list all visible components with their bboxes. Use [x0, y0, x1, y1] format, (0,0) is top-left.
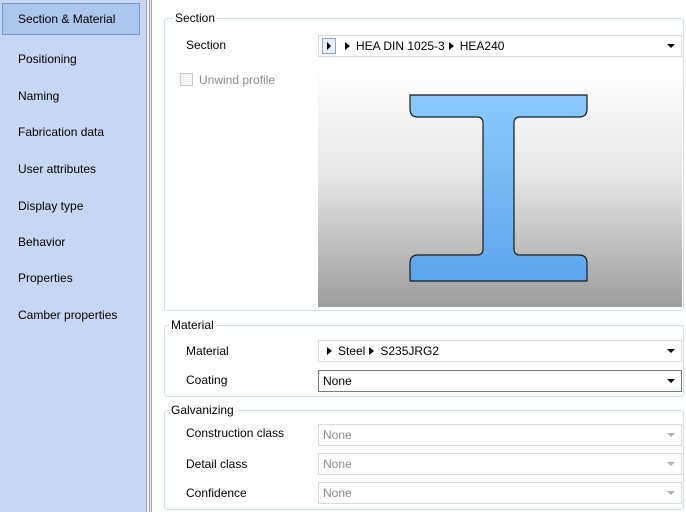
sidebar-item-user-attributes[interactable]: User attributes — [2, 153, 140, 185]
material-label: Material — [186, 344, 229, 358]
confidence-value: None — [323, 486, 352, 500]
expand-arrow-icon[interactable] — [322, 38, 336, 54]
sidebar-item-positioning[interactable]: Positioning — [2, 43, 140, 75]
detail-class-value: None — [323, 457, 352, 471]
confidence-label: Confidence — [186, 486, 247, 500]
construction-class-label: Construction class — [186, 426, 285, 440]
coating-select[interactable]: None — [318, 370, 682, 392]
sidebar-item-display-type[interactable]: Display type — [2, 190, 140, 222]
sidebar-item-section-material[interactable]: Section & Material — [2, 3, 140, 35]
construction-class-select[interactable]: None — [318, 424, 682, 446]
section-preview — [318, 67, 682, 307]
section-combo[interactable]: HEA DIN 1025-3 HEA240 — [318, 35, 682, 57]
section-path-standard: HEA DIN 1025-3 — [356, 39, 445, 53]
material-path-type: Steel — [338, 344, 366, 358]
galvanizing-group-title: Galvanizing — [169, 403, 236, 417]
detail-class-select[interactable]: None — [318, 453, 682, 475]
section-group-title: Section — [173, 11, 218, 25]
dropdown-arrow-icon[interactable] — [663, 36, 679, 56]
material-path-grade: S235JRG2 — [380, 344, 440, 358]
sidebar-item-properties[interactable]: Properties — [2, 262, 140, 294]
construction-class-value: None — [323, 428, 352, 442]
section-path-profile: HEA240 — [459, 39, 505, 53]
coating-value: None — [323, 374, 352, 388]
sidebar-item-camber-properties[interactable]: Camber properties — [2, 299, 140, 331]
panel-splitter[interactable] — [146, 0, 152, 512]
breadcrumb-separator-icon — [327, 346, 332, 355]
material-group-title: Material — [169, 318, 216, 332]
unwind-profile-label: Unwind profile — [199, 73, 276, 87]
sidebar-item-naming[interactable]: Naming — [2, 80, 140, 112]
dropdown-arrow-icon[interactable] — [663, 425, 679, 445]
sidebar-nav: Section & Material Positioning Naming Fa… — [0, 0, 146, 512]
confidence-select[interactable]: None — [318, 482, 682, 504]
section-label: Section — [186, 38, 227, 52]
dropdown-arrow-icon[interactable] — [663, 371, 679, 391]
detail-class-label: Detail class — [186, 457, 248, 471]
coating-label: Coating — [186, 373, 228, 387]
dropdown-arrow-icon[interactable] — [663, 341, 679, 361]
breadcrumb-separator-icon — [448, 41, 454, 50]
dropdown-arrow-icon[interactable] — [663, 454, 679, 474]
material-combo[interactable]: Steel S235JRG2 — [318, 340, 682, 362]
i-beam-profile-icon — [409, 94, 588, 282]
dropdown-arrow-icon[interactable] — [663, 483, 679, 503]
unwind-profile-checkbox[interactable] — [180, 73, 193, 86]
sidebar-item-fabrication-data[interactable]: Fabrication data — [2, 116, 140, 148]
breadcrumb-separator-icon — [369, 346, 375, 355]
breadcrumb-separator-icon — [345, 41, 350, 50]
sidebar-item-behavior[interactable]: Behavior — [2, 226, 140, 258]
